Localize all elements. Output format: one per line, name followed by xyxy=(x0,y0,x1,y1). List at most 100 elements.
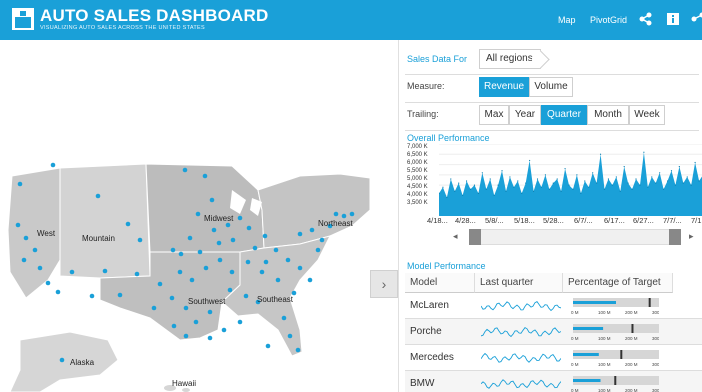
map-dot xyxy=(209,197,215,203)
map-dot xyxy=(211,227,217,233)
trailing-month-button[interactable]: Month xyxy=(587,105,629,125)
column-header-last-quarter[interactable]: Last quarter xyxy=(475,273,563,293)
data-point xyxy=(536,178,539,180)
nav-pivotgrid-link[interactable]: PivotGrid xyxy=(590,15,627,25)
data-point xyxy=(525,182,527,184)
region-mountain xyxy=(59,163,151,279)
x-tick-label: 6/27... xyxy=(633,216,654,225)
us-sales-map[interactable]: West Mountain Midwest Northeast Southwes… xyxy=(0,40,370,392)
data-point xyxy=(666,180,669,182)
share-icon[interactable] xyxy=(691,12,702,26)
map-dot xyxy=(203,265,209,271)
divider xyxy=(405,102,699,103)
map-dot xyxy=(307,277,313,283)
bullet-scale-label: 100 M xyxy=(598,362,611,367)
data-point xyxy=(694,161,696,164)
map-dot xyxy=(216,240,222,246)
divider xyxy=(405,130,699,131)
model-name: Porche xyxy=(410,326,442,337)
bullet-scale-label: 300 M xyxy=(652,362,659,367)
region-label-alaska: Alaska xyxy=(70,358,95,367)
map-dot xyxy=(197,249,203,255)
bullet-scale-label: 100 M xyxy=(598,336,611,341)
map-dot xyxy=(237,319,243,325)
overall-performance-chart[interactable] xyxy=(439,144,702,216)
region-label-hawaii: Hawaii xyxy=(172,379,196,388)
measure-volume-button[interactable]: Volume xyxy=(529,77,573,97)
data-point xyxy=(446,196,448,199)
table-row[interactable]: Porche 0 M 100 M 200 M 300 M xyxy=(405,319,702,345)
sparkline-path xyxy=(481,301,561,312)
map-dot xyxy=(32,247,38,253)
data-point xyxy=(682,182,684,184)
x-tick-label: 7/1 xyxy=(691,216,702,225)
map-dot xyxy=(273,247,279,253)
model-name: McLaren xyxy=(410,300,449,311)
bullet-scale-label: 100 M xyxy=(598,388,611,392)
bullet-scale-label: 300 M xyxy=(652,336,659,341)
column-header-percentage[interactable]: Percentage of Target xyxy=(563,273,673,293)
region-label-southeast: Southeast xyxy=(257,295,294,304)
trailing-max-button[interactable]: Max xyxy=(479,105,509,125)
range-scrollbar[interactable] xyxy=(469,229,681,245)
bullet-scale-label: 0 M xyxy=(571,362,579,367)
table-row[interactable]: Mercedes 0 M 100 M 200 M 300 M xyxy=(405,345,702,371)
y-tick-label: 4,500 K xyxy=(407,184,428,190)
trailing-year-button[interactable]: Year xyxy=(509,105,541,125)
table-row[interactable]: McLaren 0 M 100 M 200 M 300 M xyxy=(405,293,702,319)
sparkline-path xyxy=(481,352,561,363)
map-dot xyxy=(23,235,29,241)
bullet-scale-label: 200 M xyxy=(625,336,638,341)
data-point xyxy=(599,153,602,155)
map-dot xyxy=(285,257,291,263)
map-dot xyxy=(297,231,303,237)
data-point xyxy=(631,188,633,190)
map-dot xyxy=(341,213,347,219)
map-dot xyxy=(157,281,163,287)
column-header-model[interactable]: Model xyxy=(405,273,475,293)
region-label-southwest: Southwest xyxy=(188,297,226,306)
data-point xyxy=(497,184,499,186)
sparkline xyxy=(481,301,561,312)
bullet-target-marker xyxy=(648,298,651,307)
bullet-scale-label: 0 M xyxy=(571,310,579,315)
data-point xyxy=(548,188,550,190)
data-point xyxy=(686,176,688,178)
table-row[interactable]: BMW 0 M 100 M 200 M 300 M xyxy=(405,371,702,392)
range-handle-right[interactable] xyxy=(669,229,681,245)
region-selector[interactable]: All regions xyxy=(479,49,541,69)
data-point xyxy=(469,188,472,190)
data-point xyxy=(678,166,680,168)
map-dot xyxy=(243,293,249,299)
share-nodes-icon[interactable] xyxy=(639,12,653,26)
collapse-panel-button[interactable]: › xyxy=(370,270,398,298)
us-map-svg[interactable]: West Mountain Midwest Northeast Southwes… xyxy=(0,40,370,392)
measure-revenue-button[interactable]: Revenue xyxy=(479,77,529,97)
data-point xyxy=(442,186,444,188)
trailing-week-button[interactable]: Week xyxy=(629,105,665,125)
app-subtitle: VISUALIZING AUTO SALES ACROSS THE UNITED… xyxy=(40,25,205,31)
bullet-actual-bar xyxy=(573,379,601,382)
scroll-left-arrow[interactable]: ◂ xyxy=(453,231,458,242)
data-point xyxy=(540,186,543,188)
data-point xyxy=(481,172,483,174)
data-point xyxy=(592,172,594,174)
map-dot xyxy=(349,211,355,217)
info-icon[interactable] xyxy=(666,12,680,26)
data-point xyxy=(465,180,468,182)
y-tick-label: 5,500 K xyxy=(407,168,428,174)
bullet-graph: 0 M 100 M 200 M 300 M xyxy=(571,350,659,367)
range-handle-left[interactable] xyxy=(469,229,481,245)
map-dot xyxy=(177,269,183,275)
model-performance-title: Model Performance xyxy=(407,261,486,271)
region-label-midwest: Midwest xyxy=(204,214,234,223)
app-title: AUTO SALES DASHBOARD xyxy=(40,6,269,25)
map-dot xyxy=(259,269,265,275)
bullet-scale-label: 200 M xyxy=(625,310,638,315)
scroll-right-arrow[interactable]: ▸ xyxy=(689,231,694,242)
map-dot xyxy=(171,323,177,329)
nav-map-link[interactable]: Map xyxy=(558,15,576,25)
trailing-quarter-button[interactable]: Quarter xyxy=(541,105,587,125)
map-dot xyxy=(265,343,271,349)
data-point xyxy=(623,166,625,168)
